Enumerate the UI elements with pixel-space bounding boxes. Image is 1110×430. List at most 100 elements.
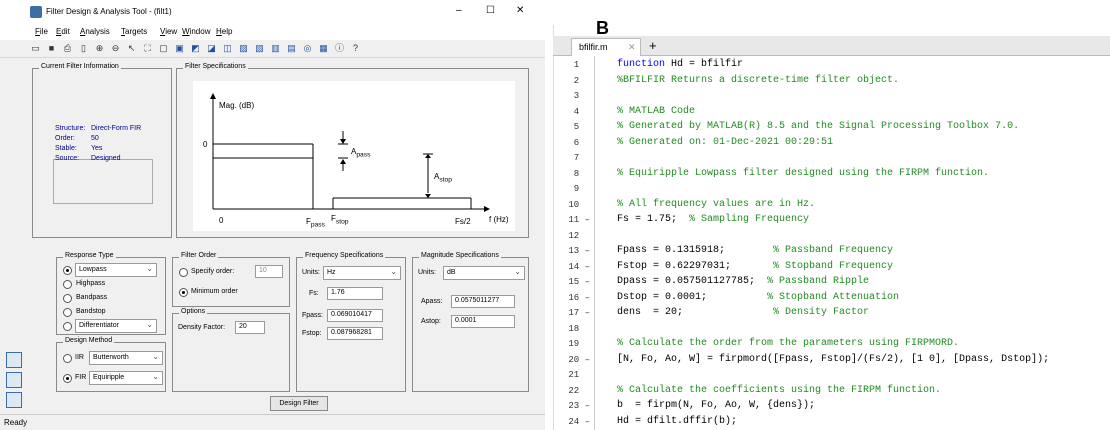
order-field[interactable]: 10 — [255, 265, 283, 278]
code-line[interactable]: Dstop = 0.0001; % Stopband Attenuation — [617, 290, 899, 306]
code-line[interactable]: % Equiripple Lowpass filter designed usi… — [617, 166, 989, 182]
radio-iir[interactable] — [63, 354, 72, 363]
specify-order-label: Specify order: — [191, 268, 235, 275]
radio-minimum-order[interactable] — [179, 288, 188, 297]
filter-specs-icon[interactable]: ▣ — [174, 43, 185, 54]
tab-bfilfir[interactable]: bfilfir.m ✕ — [571, 38, 641, 56]
freq-units-select[interactable]: Hz ⌄ — [323, 266, 401, 280]
code-line[interactable]: Fpass = 0.1315918; % Passband Frequency — [617, 243, 893, 259]
menu-edit[interactable]: Edit — [56, 27, 70, 36]
fir-select[interactable]: Equiripple ⌄ — [89, 371, 163, 385]
full-view-icon[interactable]: ⛶ — [142, 43, 153, 54]
code-line[interactable]: Fstop = 0.62297031; % Stopband Frequency — [617, 259, 893, 275]
filter-specs-title: Filter Specifications — [183, 63, 248, 70]
line-number: 11 – — [568, 215, 590, 225]
code-line[interactable]: dens = 20; % Density Factor — [617, 305, 869, 321]
menu-window[interactable]: Window — [182, 27, 210, 36]
menu-help[interactable]: Help — [216, 27, 232, 36]
menu-file[interactable]: File — [35, 27, 48, 36]
impulse-response-icon[interactable]: ▥ — [270, 43, 281, 54]
radio-fir[interactable] — [63, 374, 72, 383]
density-factor-field[interactable]: 20 — [235, 321, 265, 334]
zoom-in-icon[interactable]: ⊕ — [94, 43, 105, 54]
lowpass-select[interactable]: Lowpass ⌄ — [75, 263, 157, 277]
mag-units-select[interactable]: dB ⌄ — [443, 266, 525, 280]
chevron-down-icon: ⌄ — [390, 267, 397, 276]
code-line[interactable]: % Generated by MATLAB(R) 8.5 and the Sig… — [617, 119, 1019, 135]
code-line[interactable]: % MATLAB Code — [617, 104, 695, 120]
code-line[interactable]: [N, Fo, Ao, W] = firpmord([Fpass, Fstop]… — [617, 352, 1049, 368]
whats-this-icon[interactable]: ? — [350, 43, 361, 54]
code-line[interactable]: Fs = 1.75; % Sampling Frequency — [617, 212, 809, 228]
design-filter-button[interactable]: Design Filter — [270, 396, 328, 411]
menu-targets[interactable]: Targets — [121, 27, 147, 36]
code-line[interactable]: function Hd = bfilfir — [617, 57, 743, 73]
menu-view[interactable]: View — [160, 27, 177, 36]
open-icon[interactable]: ▭ — [30, 43, 41, 54]
code-line[interactable]: Hd = dfilt.dffir(b); — [617, 414, 737, 430]
radio-highpass[interactable] — [63, 280, 72, 289]
line-number: 17 – — [568, 308, 590, 318]
order-label: Order: — [55, 135, 75, 142]
radio-bandpass[interactable] — [63, 294, 72, 303]
information-icon[interactable]: ⓘ — [334, 43, 345, 54]
code-line[interactable]: % Calculate the order from the parameter… — [617, 336, 959, 352]
print-icon[interactable]: ⎙ — [62, 43, 73, 54]
close-tab-icon[interactable]: ✕ — [628, 42, 636, 53]
mag-specs-group: Magnitude Specifications Units: dB ⌄ Apas… — [412, 252, 529, 392]
print-preview-icon[interactable]: ▯ — [78, 43, 89, 54]
line-number: 22 — [568, 385, 590, 396]
phase-delay-icon[interactable]: ▧ — [254, 43, 265, 54]
line-number: 15 – — [568, 277, 590, 287]
step-response-icon[interactable]: ▤ — [286, 43, 297, 54]
apass-label: Apass — [351, 147, 371, 159]
fs-field[interactable]: 1.76 — [327, 287, 383, 300]
code-line[interactable]: b = firpm(N, Fo, Ao, W, {dens}); — [617, 398, 815, 414]
code-line[interactable]: % All frequency values are in Hz. — [617, 197, 815, 213]
freq-specs-title: Frequency Specifications — [303, 252, 386, 259]
highpass-label: Highpass — [76, 280, 106, 287]
code-line[interactable]: % Calculate the coefficients using the F… — [617, 383, 941, 399]
import-filter-icon[interactable] — [6, 372, 22, 388]
radio-bandstop[interactable] — [63, 308, 72, 317]
zoom-out-icon[interactable]: ⊖ — [110, 43, 121, 54]
full-view-toggle-icon[interactable]: ▢ — [158, 43, 169, 54]
select-icon[interactable]: ↖ — [126, 43, 137, 54]
maximize-button[interactable]: ☐ — [486, 5, 495, 16]
filter-specs-group: Filter Specifications Mag. (dB) 0 0 Fpas… — [176, 63, 529, 238]
phase-response-icon[interactable]: ◪ — [206, 43, 217, 54]
transform-filter-icon[interactable] — [6, 352, 22, 368]
structure-value: Direct-Form FIR — [91, 125, 142, 132]
design-filter-icon[interactable] — [6, 392, 22, 408]
side-strip — [0, 62, 27, 414]
design-method-group: Design Method IIR Butterworth ⌄ FIR Equir… — [56, 337, 166, 392]
apass-field[interactable]: 0.0575011277 — [451, 295, 515, 308]
filter-order-group: Filter Order Specify order: 10 Minimum o… — [172, 252, 290, 307]
group-delay-icon[interactable]: ▨ — [238, 43, 249, 54]
menu-analysis[interactable]: Analysis — [80, 27, 110, 36]
differentiator-select[interactable]: Differentiator ⌄ — [75, 319, 157, 333]
radio-specify-order[interactable] — [179, 268, 188, 277]
line-number: 12 — [568, 230, 590, 241]
chevron-down-icon: ⌄ — [514, 267, 521, 276]
line-number: 18 — [568, 323, 590, 334]
save-icon[interactable]: ■ — [46, 43, 57, 54]
minimize-button[interactable]: – — [456, 5, 462, 16]
astop-field[interactable]: 0.0001 — [451, 315, 515, 328]
radio-lowpass[interactable] — [63, 266, 72, 275]
magnitude-response-icon[interactable]: ◩ — [190, 43, 201, 54]
code-line[interactable]: % Generated on: 01-Dec-2021 00:29:51 — [617, 135, 833, 151]
coefficients-icon[interactable]: ▦ — [318, 43, 329, 54]
fstop-field[interactable]: 0.087968281 — [327, 327, 383, 340]
radio-differentiator[interactable] — [63, 322, 72, 331]
close-button[interactable]: ✕ — [516, 5, 524, 16]
add-tab-icon[interactable]: + — [649, 38, 657, 53]
iir-select[interactable]: Butterworth ⌄ — [89, 351, 163, 365]
status-bar: Ready — [0, 414, 545, 430]
code-line[interactable]: Dpass = 0.057501127785; % Passband Rippl… — [617, 274, 869, 290]
fpass-field[interactable]: 0.069010417 — [327, 309, 383, 322]
magnitude-phase-icon[interactable]: ◫ — [222, 43, 233, 54]
title-bar: Filter Design & Analysis Tool - (filt1) … — [0, 0, 545, 24]
code-line[interactable]: %BFILFIR Returns a discrete-time filter … — [617, 73, 899, 89]
pole-zero-icon[interactable]: ◎ — [302, 43, 313, 54]
